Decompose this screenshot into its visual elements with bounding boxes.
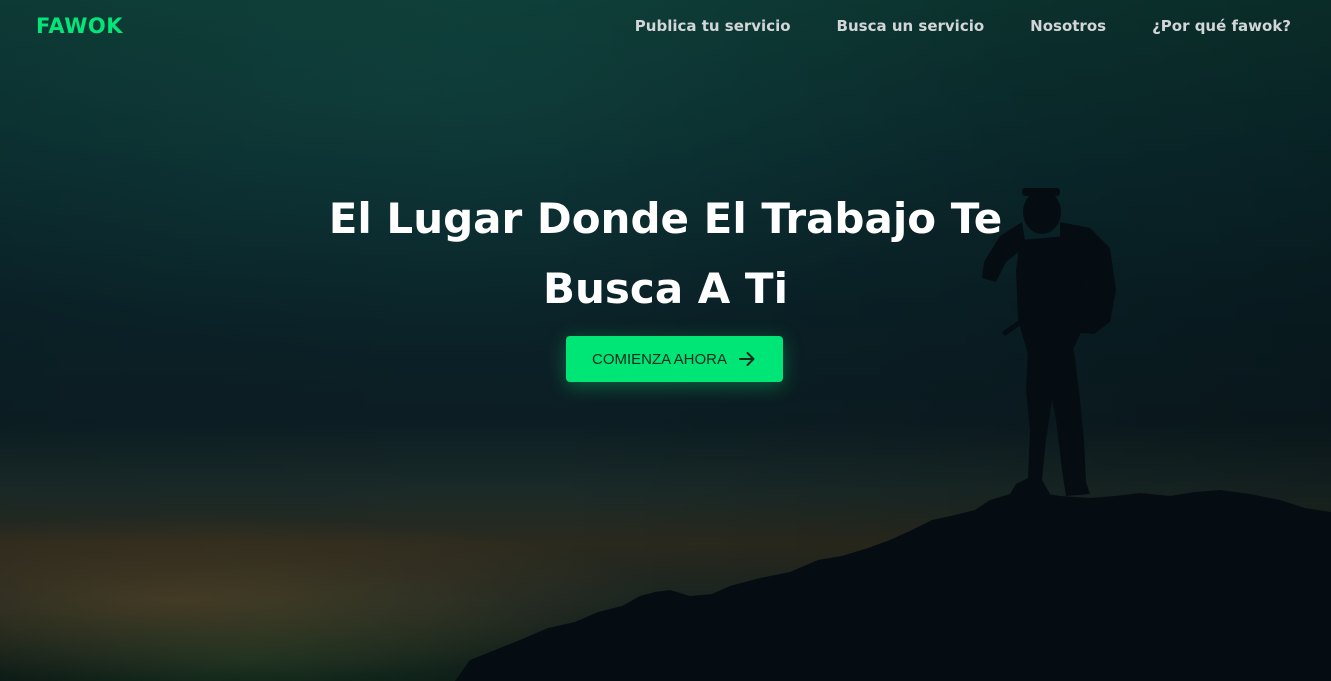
hero-headline: El Lugar Donde El Trabajo Te Busca A Ti	[328, 194, 1003, 313]
comienza-ahora-button[interactable]: COMIENZA AHORA	[566, 336, 783, 382]
cta-label: COMIENZA AHORA	[591, 350, 728, 368]
top-navigation: FAWOK Publica tu servicio Busca un servi…	[0, 0, 1331, 56]
hero-headline-container: El Lugar Donde El Trabajo Te Busca A Ti	[0, 184, 1331, 324]
hero-section: FAWOK Publica tu servicio Busca un servi…	[0, 0, 1331, 681]
arrow-right-icon	[739, 352, 755, 366]
nav-links: Publica tu servicio Busca un servicio No…	[635, 17, 1291, 35]
brand-logo[interactable]: FAWOK	[36, 14, 123, 38]
nav-link-por-que-fawok[interactable]: ¿Por qué fawok?	[1152, 17, 1291, 35]
nav-link-publica-tu-servicio[interactable]: Publica tu servicio	[635, 17, 791, 35]
nav-link-busca-un-servicio[interactable]: Busca un servicio	[837, 17, 985, 35]
nav-link-nosotros[interactable]: Nosotros	[1030, 17, 1106, 35]
mountain-silhouette	[455, 490, 1331, 681]
